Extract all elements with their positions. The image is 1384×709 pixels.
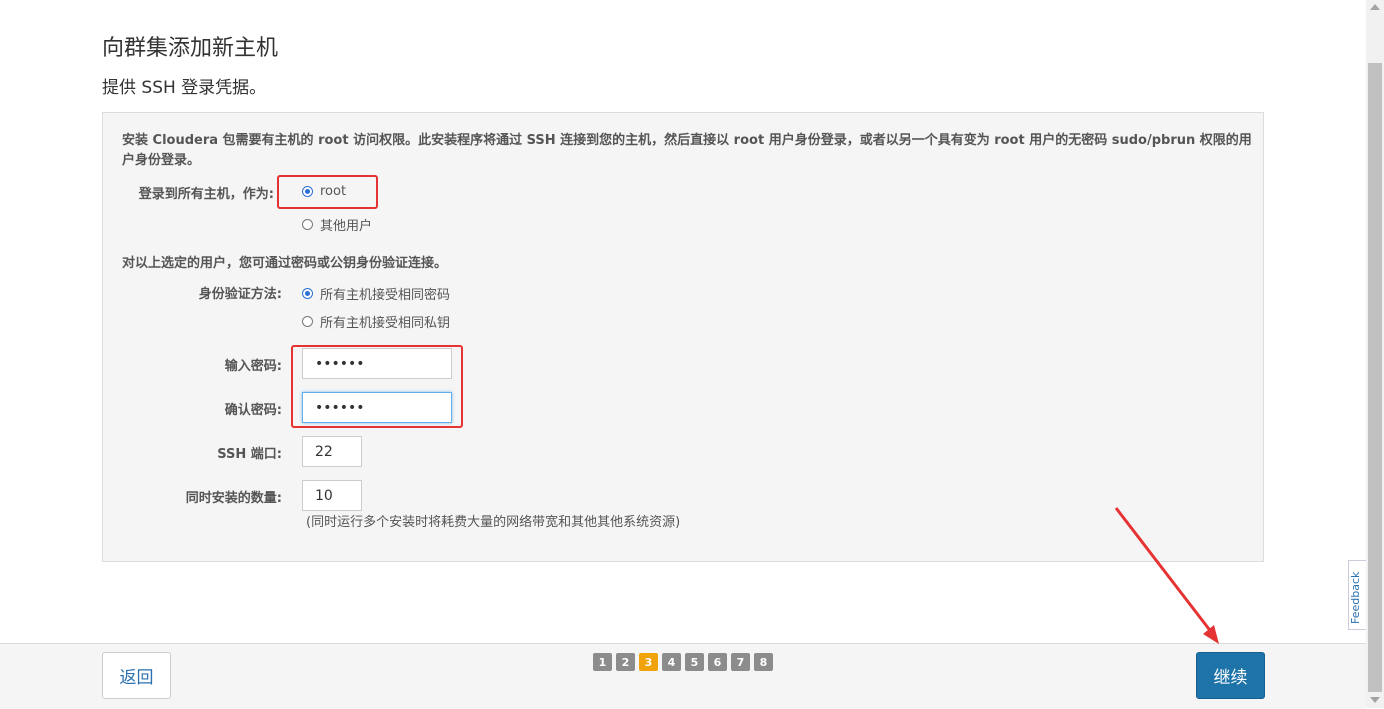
step-indicator-current: 3 xyxy=(639,653,658,671)
radio-auth-password-label: 所有主机接受相同密码 xyxy=(320,288,451,303)
concurrent-installs-label: 同时安装的数量: xyxy=(185,491,282,506)
step-indicator: 8 xyxy=(754,653,773,671)
radio-login-other-user-label: 其他用户 xyxy=(320,219,373,234)
auth-method-label: 身份验证方法: xyxy=(198,287,282,302)
step-indicator: 4 xyxy=(662,653,681,671)
login-as-label: 登录到所有主机，作为: xyxy=(138,187,274,202)
step-indicator: 2 xyxy=(616,653,635,671)
step-indicator: 1 xyxy=(593,653,612,671)
ssh-port-input[interactable]: 22 xyxy=(302,436,362,467)
radio-auth-password[interactable]: 所有主机接受相同密码 xyxy=(302,284,450,303)
password-label: 输入密码: xyxy=(224,359,282,374)
radio-unselected-icon xyxy=(302,219,313,230)
step-indicator: 6 xyxy=(708,653,727,671)
step-indicator: 7 xyxy=(731,653,750,671)
scroll-down-arrow-icon[interactable] xyxy=(1370,697,1380,703)
intro-text: 安装 Cloudera 包需要有主机的 root 访问权限。此安装程序将通过 S… xyxy=(122,133,1252,168)
scrollbar-thumb[interactable] xyxy=(1368,63,1382,692)
wizard-steps: 1 2 3 4 5 6 7 8 xyxy=(593,653,777,671)
radio-auth-private-key[interactable]: 所有主机接受相同私钥 xyxy=(302,312,450,331)
auth-note: 对以上选定的用户，您可通过密码或公钥身份验证连接。 xyxy=(122,256,448,271)
page-title: 向群集添加新主机 xyxy=(102,36,279,61)
concurrent-installs-input[interactable]: 10 xyxy=(302,480,362,511)
ssh-port-label: SSH 端口: xyxy=(217,447,282,462)
radio-selected-icon xyxy=(302,288,313,299)
back-button[interactable]: 返回 xyxy=(102,652,171,699)
annotation-highlight-root xyxy=(277,175,378,209)
step-indicator: 5 xyxy=(685,653,704,671)
feedback-label[interactable]: Feedback xyxy=(1349,572,1362,624)
annotation-highlight-passwords xyxy=(291,345,463,428)
radio-unselected-icon xyxy=(302,316,313,327)
confirm-password-label: 确认密码: xyxy=(224,403,282,418)
radio-auth-private-key-label: 所有主机接受相同私钥 xyxy=(320,316,451,331)
concurrent-installs-hint: (同时运行多个安装时将耗费大量的网络带宽和其他其他系统资源) xyxy=(306,515,681,530)
radio-login-other-user[interactable]: 其他用户 xyxy=(302,215,372,234)
continue-button[interactable]: 继续 xyxy=(1196,652,1265,699)
scroll-up-arrow-icon[interactable] xyxy=(1370,4,1380,10)
page-subtitle: 提供 SSH 登录凭据。 xyxy=(102,78,267,98)
